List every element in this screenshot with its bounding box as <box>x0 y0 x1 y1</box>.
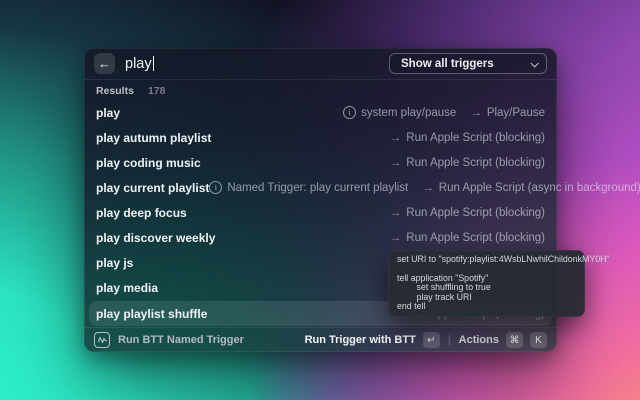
info-icon: i <box>343 106 356 119</box>
arrow-right-icon: → <box>390 207 402 219</box>
btt-search-window: ← play Show all triggers Results 178 pla… <box>84 48 557 352</box>
trigger-row[interactable]: play autumn playlist → Run Apple Script … <box>84 125 557 150</box>
trigger-type-label: Run BTT Named Trigger <box>118 334 244 346</box>
trigger-action: Run Apple Script (blocking) <box>406 132 545 144</box>
results-header: Results 178 <box>84 82 557 99</box>
return-key-badge: ↵ <box>423 332 440 348</box>
results-count: 178 <box>148 85 166 97</box>
arrow-right-icon: → <box>390 132 402 144</box>
search-input-value: play <box>125 56 152 72</box>
command-key-badge: ⌘ <box>506 332 523 348</box>
search-input[interactable]: play <box>125 56 389 72</box>
arrow-right-icon: → <box>470 107 482 119</box>
trigger-name: play <box>96 106 120 120</box>
tooltip-line: end tell <box>397 302 576 311</box>
trigger-row[interactable]: play i system play/pause → Play/Pause <box>84 100 557 125</box>
trigger-row[interactable]: play discover weekly → Run Apple Script … <box>84 225 557 250</box>
arrow-right-icon: → <box>390 157 402 169</box>
trigger-name: play current playlist <box>96 181 209 195</box>
return-key-icon: ↵ <box>427 335 435 346</box>
run-trigger-label[interactable]: Run Trigger with BTT <box>305 334 416 346</box>
results-label: Results <box>96 85 134 97</box>
k-key-label: K <box>535 335 542 346</box>
trigger-action: Run Apple Script (blocking) <box>406 232 545 244</box>
trigger-name: play deep focus <box>96 206 187 220</box>
show-all-triggers-dropdown[interactable]: Show all triggers <box>389 53 547 74</box>
btt-app-icon <box>94 332 110 348</box>
trigger-name: play discover weekly <box>96 231 215 245</box>
trigger-name: play js <box>96 256 133 270</box>
command-key-icon: ⌘ <box>510 335 520 346</box>
chevron-down-icon <box>530 59 538 67</box>
back-arrow-icon: ← <box>98 56 111 71</box>
tooltip-line: set URI to "spotify:playlist:4WsbLNwhilC… <box>397 255 576 264</box>
trigger-name: play autumn playlist <box>96 131 211 145</box>
trigger-action: Run Apple Script (blocking) <box>406 157 545 169</box>
trigger-row[interactable]: play current playlist i Named Trigger: p… <box>84 175 557 200</box>
footer-bar: Run BTT Named Trigger Run Trigger with B… <box>84 327 557 352</box>
trigger-action: Run Apple Script (async in background) <box>439 182 640 194</box>
info-icon: i <box>209 181 222 194</box>
trigger-row[interactable]: play deep focus → Run Apple Script (bloc… <box>84 200 557 225</box>
dropdown-selected-value: Show all triggers <box>401 58 494 70</box>
back-button[interactable]: ← <box>94 53 115 74</box>
trigger-action: Run Apple Script (blocking) <box>406 207 545 219</box>
arrow-right-icon: → <box>390 232 402 244</box>
search-bar: ← play Show all triggers <box>84 48 557 80</box>
arrow-right-icon: → <box>422 182 434 194</box>
trigger-info: system play/pause <box>361 107 456 119</box>
trigger-info: Named Trigger: play current playlist <box>227 182 408 194</box>
text-cursor <box>153 56 155 71</box>
trigger-name: play media <box>96 281 158 295</box>
k-key-badge: K <box>530 332 547 348</box>
applescript-tooltip: set URI to "spotify:playlist:4WsbLNwhilC… <box>388 250 585 317</box>
trigger-name: play coding music <box>96 156 201 170</box>
trigger-name: play playlist shuffle <box>96 307 207 321</box>
actions-button[interactable]: Actions <box>459 334 499 346</box>
trigger-action: Play/Pause <box>487 107 545 119</box>
trigger-row[interactable]: play coding music → Run Apple Script (bl… <box>84 150 557 175</box>
